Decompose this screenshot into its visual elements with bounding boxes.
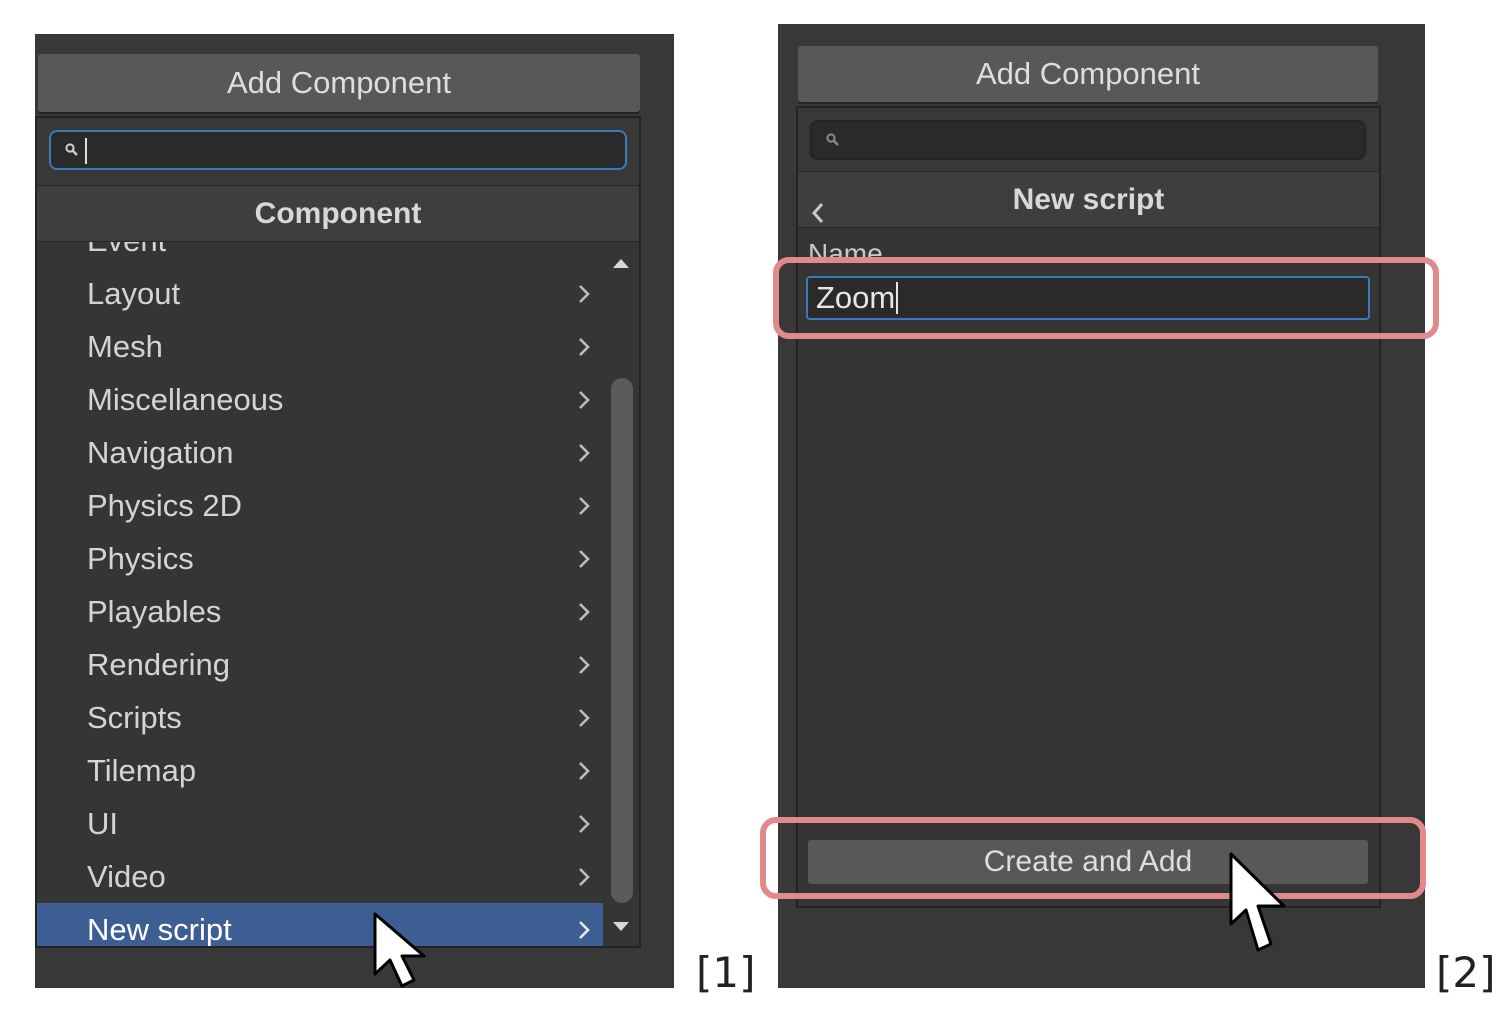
popup-header-title: New script: [1012, 183, 1165, 216]
chevron-right-icon: [577, 601, 591, 623]
list-item-label: Rendering: [87, 647, 231, 682]
component-category-list: Event Layout Mesh Miscellaneous Navigation P…: [37, 242, 605, 946]
step-label-1: [1]: [696, 948, 756, 997]
list-item-label: Layout: [87, 276, 181, 311]
popup-header: New script: [798, 172, 1379, 228]
chevron-right-icon: [577, 283, 591, 305]
popup-header-title: Component: [37, 186, 639, 242]
list-item-label: Mesh: [87, 329, 163, 364]
chevron-right-icon: [577, 495, 591, 517]
chevron-right-icon: [577, 548, 591, 570]
list-item[interactable]: Scripts: [37, 691, 605, 744]
chevron-right-icon: [577, 336, 591, 358]
name-field-highlight: [773, 257, 1439, 339]
chevron-right-icon: [577, 442, 591, 464]
chevron-right-icon: [577, 760, 591, 782]
list-item-label: Playables: [87, 594, 222, 629]
mouse-pointer-icon: [1229, 852, 1286, 952]
list-item[interactable]: Physics: [37, 532, 605, 585]
chevron-right-icon: [577, 813, 591, 835]
list-item-label: Navigation: [87, 435, 234, 470]
step-label-2: [2]: [1436, 948, 1496, 997]
list-item-label: Tilemap: [87, 753, 197, 788]
list-item-label: Physics 2D: [87, 488, 243, 523]
list-item-label: Miscellaneous: [87, 382, 284, 417]
search-input[interactable]: [810, 120, 1366, 160]
search-icon: [65, 143, 78, 156]
list-item-label: New script: [87, 912, 232, 946]
list-item[interactable]: New script: [37, 903, 605, 946]
search-row: [798, 108, 1379, 172]
list-item[interactable]: Tilemap: [37, 744, 605, 797]
chevron-right-icon: [577, 389, 591, 411]
chevron-right-icon: [577, 654, 591, 676]
list-item[interactable]: Navigation: [37, 426, 605, 479]
list-item[interactable]: Rendering: [37, 638, 605, 691]
chevron-right-icon: [577, 866, 591, 888]
add-component-button[interactable]: Add Component: [38, 54, 640, 112]
chevron-left-icon[interactable]: [810, 188, 826, 223]
add-component-panel-step1: Add Component Component Event Layout Mesh…: [35, 34, 674, 988]
scrollbar-thumb[interactable]: [611, 378, 633, 903]
add-component-button[interactable]: Add Component: [798, 46, 1378, 102]
list-item-label: Video: [87, 859, 166, 894]
search-input[interactable]: [49, 130, 627, 170]
list-item[interactable]: Physics 2D: [37, 479, 605, 532]
chevron-right-icon: [577, 919, 591, 941]
search-row: [37, 118, 639, 186]
create-button-highlight: [760, 817, 1426, 899]
list-item[interactable]: Video: [37, 850, 605, 903]
component-popup: Component Event Layout Mesh Miscellaneous N…: [35, 116, 641, 948]
list-item-label: UI: [87, 806, 118, 841]
list-item[interactable]: Miscellaneous: [37, 373, 605, 426]
list-item-partial[interactable]: Event: [87, 242, 597, 267]
search-icon: [826, 133, 839, 146]
scrollbar[interactable]: [603, 242, 639, 946]
list-item[interactable]: Mesh: [37, 320, 605, 373]
text-caret: [85, 138, 87, 164]
new-script-popup: New script Name Zoom Create and Add: [796, 106, 1381, 908]
scroll-down-arrow-icon[interactable]: [611, 920, 631, 934]
list-item[interactable]: Layout: [37, 267, 605, 320]
list-item[interactable]: Playables: [37, 585, 605, 638]
scroll-up-arrow-icon[interactable]: [611, 256, 631, 270]
list-item-label: Scripts: [87, 700, 182, 735]
list-item[interactable]: UI: [37, 797, 605, 850]
chevron-right-icon: [577, 707, 591, 729]
mouse-pointer-icon: [373, 912, 426, 988]
list-item-label: Physics: [87, 541, 194, 576]
